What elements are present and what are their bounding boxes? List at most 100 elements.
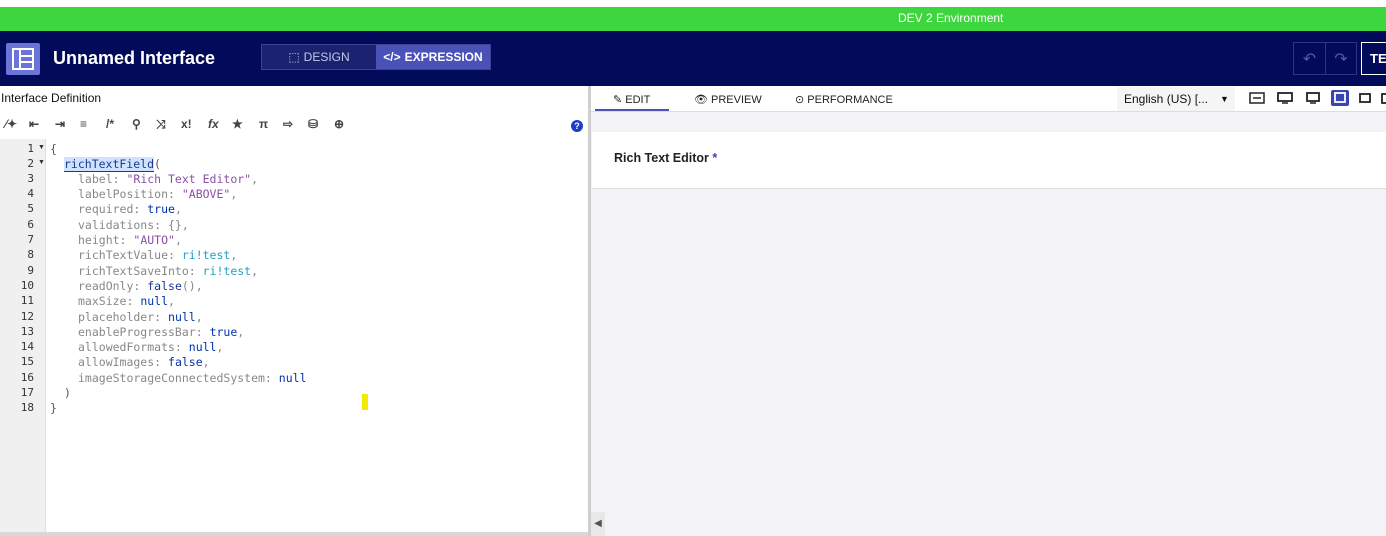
- locale-value: English (US) [...: [1124, 92, 1209, 106]
- function-name: richTextField: [64, 157, 155, 172]
- line-number: 6: [27, 218, 34, 231]
- code-line: richTextField(: [64, 157, 161, 172]
- tab-edit[interactable]: ✎ EDIT: [613, 93, 650, 106]
- database-search-icon[interactable]: ⛁: [308, 117, 318, 131]
- page-title: Unnamed Interface: [53, 48, 216, 68]
- environment-banner: DEV 2 Environment: [0, 7, 1386, 31]
- top-strip: [0, 0, 1386, 7]
- function-icon[interactable]: fx: [208, 117, 219, 131]
- phone-icon[interactable]: [1381, 91, 1386, 105]
- app-header: Unnamed Interface ⬚ DESIGN </> EXPRESSIO…: [0, 31, 1386, 86]
- line-number: 18: [20, 401, 34, 414]
- line-number: 13: [20, 325, 34, 338]
- code-line: ): [64, 386, 71, 400]
- expression-mode-label: EXPRESSION: [404, 50, 483, 64]
- line-number: 9: [27, 264, 34, 277]
- edit-icon: ✎: [613, 94, 626, 106]
- line-number: 16: [20, 371, 34, 384]
- code-line: labelPosition: "ABOVE",: [78, 187, 238, 201]
- fold-icon[interactable]: ▼: [38, 159, 45, 166]
- code-line: allowImages: false,: [78, 355, 210, 369]
- code-line: imageStorageConnectedSystem: null: [78, 371, 307, 385]
- panel-title: Interface Definition: [1, 91, 102, 105]
- horizontal-scrollbar[interactable]: [0, 532, 588, 536]
- line-number: 11: [20, 294, 34, 307]
- caret-down-icon: ▼: [1220, 94, 1229, 104]
- outdent-icon[interactable]: ⇤: [29, 117, 39, 131]
- eye-icon: 👁: [694, 94, 712, 106]
- line-number: 2: [27, 157, 34, 170]
- constant-icon[interactable]: π: [259, 117, 268, 131]
- line-number: 17: [20, 386, 34, 399]
- indent-icon[interactable]: ⇥: [55, 117, 65, 131]
- line-number: 5: [27, 202, 34, 215]
- code-line: richTextValue: ri!test,: [78, 248, 238, 262]
- help-icon[interactable]: ?: [571, 120, 583, 132]
- line-number: 12: [20, 310, 34, 323]
- desktop-icon[interactable]: [1305, 91, 1321, 105]
- preview-panel: ✎ EDIT 👁 PREVIEW ⊙ PERFORMANCE English (…: [591, 86, 1386, 536]
- code-line: {: [50, 142, 57, 156]
- line-number: 14: [20, 340, 34, 353]
- mode-toggle: ⬚ DESIGN </> EXPRESSION: [261, 44, 491, 70]
- clock-icon: ⊙: [795, 94, 808, 106]
- code-line: allowedFormats: null,: [78, 340, 224, 354]
- design-icon: ⬚: [288, 50, 300, 64]
- collapse-left-icon[interactable]: ◀: [591, 512, 605, 536]
- code-line: readOnly: false(),: [78, 279, 203, 293]
- required-indicator: *: [712, 151, 718, 165]
- interface-logo-icon: [6, 43, 40, 75]
- environment-label: DEV 2 Environment: [898, 11, 1004, 25]
- code-line: label: "Rich Text Editor",: [78, 172, 259, 186]
- export-icon[interactable]: ⇨: [283, 117, 293, 131]
- code-line: height: "AUTO",: [78, 233, 182, 247]
- line-number: 3: [27, 172, 34, 185]
- fit-width-icon[interactable]: [1249, 91, 1265, 105]
- design-mode-label: DESIGN: [303, 50, 350, 64]
- line-number: 1: [27, 142, 34, 155]
- interface-definition-panel: Interface Definition ⁄✦ ⇤ ⇥ ≡ /* ⚲ ⤨ x! …: [0, 86, 588, 536]
- interface-canvas: Rich Text Editor *: [592, 132, 1386, 189]
- comment-icon[interactable]: /*: [106, 117, 114, 131]
- rich-text-field-label[interactable]: Rich Text Editor *: [614, 151, 717, 165]
- exception-icon[interactable]: x!: [181, 117, 192, 131]
- star-icon[interactable]: ★: [232, 117, 243, 131]
- shuffle-icon[interactable]: ⤨: [156, 117, 166, 132]
- tab-preview[interactable]: 👁 PREVIEW: [694, 93, 762, 106]
- test-button[interactable]: TE: [1361, 42, 1386, 75]
- globe-icon[interactable]: ⊕: [334, 117, 344, 131]
- editor-toolbar: ⁄✦ ⇤ ⇥ ≡ /* ⚲ ⤨ x! fx ★ π ⇨ ⛁ ⊕: [0, 113, 588, 139]
- desktop-wide-icon[interactable]: [1277, 91, 1293, 105]
- code-line: placeholder: null,: [78, 310, 203, 324]
- expression-mode-button[interactable]: </> EXPRESSION: [376, 45, 490, 69]
- undo-icon[interactable]: ↶: [1294, 43, 1325, 74]
- code-line: validations: {},: [78, 218, 189, 232]
- active-tab-indicator: [595, 109, 669, 111]
- tablet-landscape-icon[interactable]: [1331, 90, 1349, 106]
- line-number: 4: [27, 187, 34, 200]
- code-line: enableProgressBar: true,: [78, 325, 245, 339]
- code-editor[interactable]: { richTextField( label: "Rich Text Edito…: [46, 139, 588, 532]
- line-number: 7: [27, 233, 34, 246]
- preview-tabs: ✎ EDIT 👁 PREVIEW ⊙ PERFORMANCE English (…: [591, 86, 1386, 112]
- magic-wand-icon[interactable]: ⁄✦: [5, 117, 17, 131]
- undo-redo-group: ↶ ↷: [1293, 42, 1357, 75]
- list-icon[interactable]: ≡: [80, 117, 87, 131]
- code-line: richTextSaveInto: ri!test,: [78, 264, 259, 278]
- code-line: }: [50, 401, 57, 415]
- code-icon: </>: [383, 50, 401, 64]
- line-number: 15: [20, 355, 34, 368]
- line-number-gutter: 1 ▼ 2 ▼ 3 4 5 6 7 8 9 10 11 12 13 14 15 …: [0, 139, 46, 532]
- line-number: 8: [27, 248, 34, 261]
- search-icon[interactable]: ⚲: [132, 117, 141, 131]
- tablet-icon[interactable]: [1357, 91, 1373, 105]
- text-cursor-highlight: [362, 394, 368, 410]
- redo-icon[interactable]: ↷: [1324, 43, 1356, 74]
- tab-performance[interactable]: ⊙ PERFORMANCE: [795, 93, 893, 106]
- design-mode-button[interactable]: ⬚ DESIGN: [262, 45, 376, 69]
- line-number: 10: [20, 279, 34, 292]
- code-line: required: true,: [78, 202, 182, 216]
- locale-select[interactable]: English (US) [... ▼: [1117, 87, 1235, 111]
- fold-icon[interactable]: ▼: [38, 144, 45, 151]
- code-line: maxSize: null,: [78, 294, 175, 308]
